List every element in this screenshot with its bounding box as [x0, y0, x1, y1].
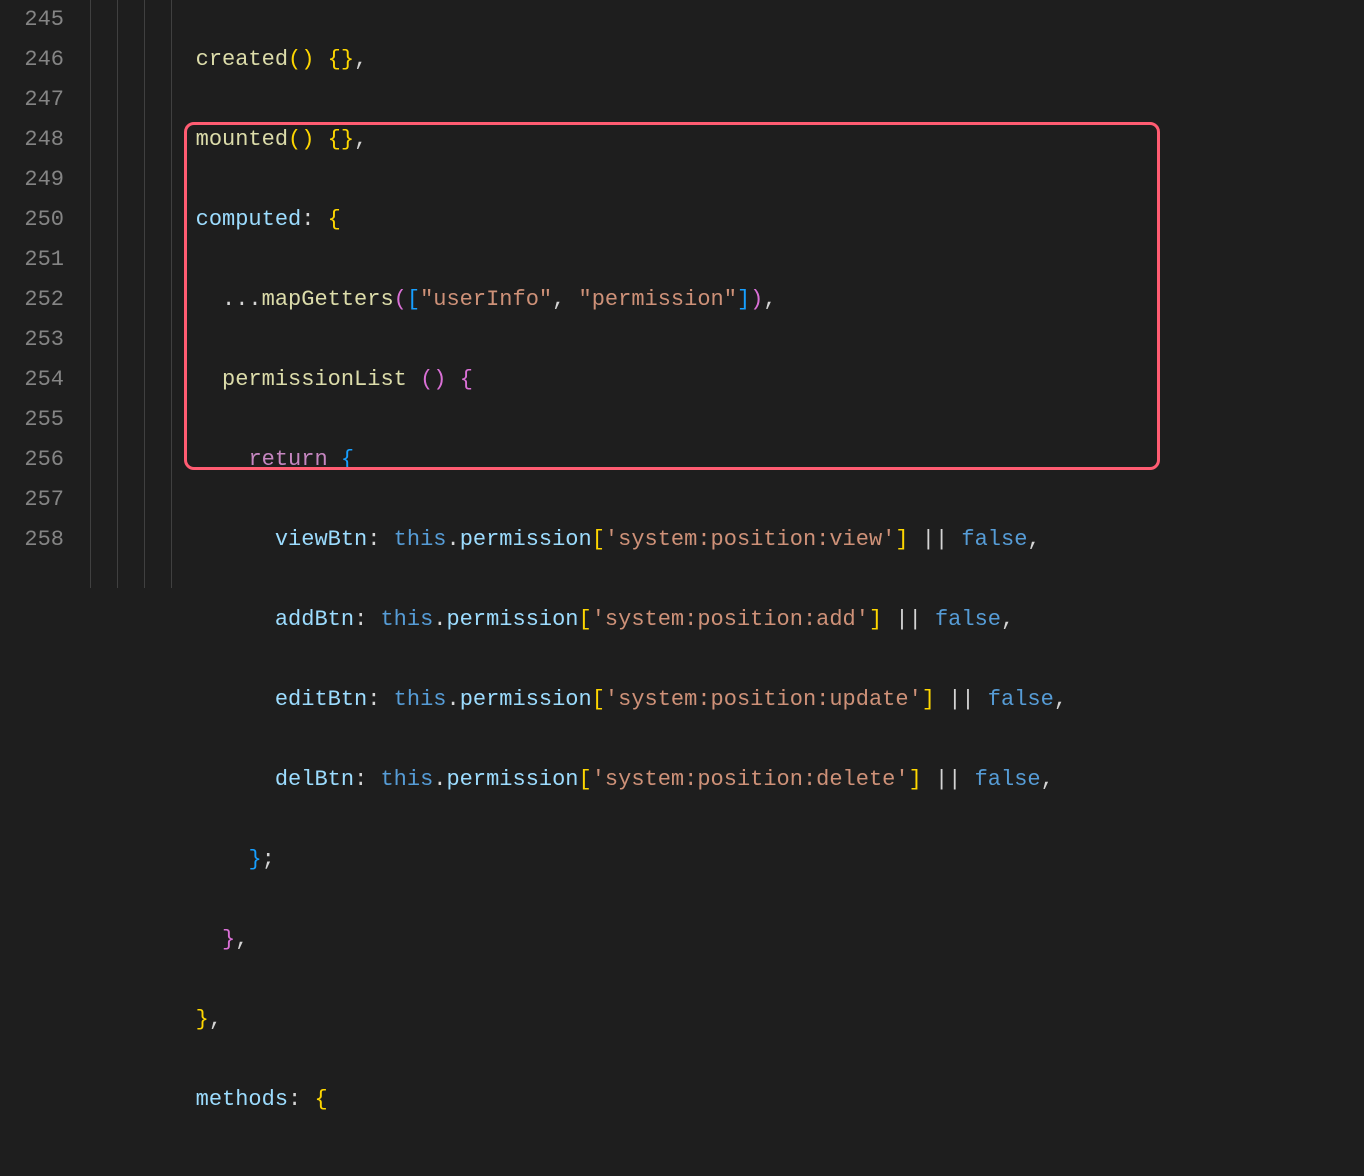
line-number: 248	[0, 120, 64, 160]
line-number: 256	[0, 440, 64, 480]
line-number: 255	[0, 400, 64, 440]
line-number: 250	[0, 200, 64, 240]
code-line[interactable]: viewBtn: this.permission['system:positio…	[90, 520, 1364, 560]
code-area[interactable]: created() {}, mounted() {}, computed: { …	[90, 0, 1364, 588]
boolean-literal: false	[988, 687, 1054, 712]
method-name: created	[196, 47, 288, 72]
code-line[interactable]: delBtn: this.permission['system:position…	[90, 760, 1364, 800]
line-number: 249	[0, 160, 64, 200]
property-name: viewBtn	[275, 527, 367, 552]
method-name: permissionList	[222, 367, 407, 392]
keyword-this: this	[394, 527, 447, 552]
boolean-literal: false	[935, 607, 1001, 632]
code-line[interactable]: return {	[90, 440, 1364, 480]
string-literal: "permission"	[579, 287, 737, 312]
code-line[interactable]: editBtn: this.permission['system:positio…	[90, 680, 1364, 720]
line-number: 246	[0, 40, 64, 80]
property-name: computed	[196, 207, 302, 232]
code-line[interactable]: };	[90, 840, 1364, 880]
property-name: methods	[196, 1087, 288, 1112]
property-name: addBtn	[275, 607, 354, 632]
property-name: delBtn	[275, 767, 354, 792]
property-name: permission	[446, 767, 578, 792]
keyword-this: this	[394, 687, 447, 712]
line-number: 245	[0, 0, 64, 40]
keyword-this: this	[380, 607, 433, 632]
code-line[interactable]: addBtn: this.permission['system:position…	[90, 600, 1364, 640]
code-line[interactable]: computed: {	[90, 200, 1364, 240]
function-call: mapGetters	[262, 287, 394, 312]
code-line[interactable]: mounted() {},	[90, 120, 1364, 160]
method-name: mounted	[196, 127, 288, 152]
line-number: 254	[0, 360, 64, 400]
property-name: permission	[446, 607, 578, 632]
code-line[interactable]: },	[90, 1000, 1364, 1040]
code-line[interactable]: ...mapGetters(["userInfo", "permission"]…	[90, 280, 1364, 320]
line-number: 252	[0, 280, 64, 320]
property-name: permission	[460, 687, 592, 712]
line-number-gutter: 245 246 247 248 249 250 251 252 253 254 …	[0, 0, 90, 588]
keyword-this: this	[380, 767, 433, 792]
string-literal: 'system:position:add'	[592, 607, 869, 632]
code-line[interactable]: },	[90, 920, 1364, 960]
code-editor[interactable]: 245 246 247 248 249 250 251 252 253 254 …	[0, 0, 1364, 588]
keyword-return: return	[248, 447, 327, 472]
property-name: permission	[460, 527, 592, 552]
property-name: editBtn	[275, 687, 367, 712]
boolean-literal: false	[975, 767, 1041, 792]
code-line[interactable]: methods: {	[90, 1080, 1364, 1120]
string-literal: "userInfo"	[420, 287, 552, 312]
boolean-literal: false	[961, 527, 1027, 552]
line-number: 258	[0, 520, 64, 560]
string-literal: 'system:position:view'	[605, 527, 895, 552]
line-number: 251	[0, 240, 64, 280]
code-line[interactable]: created() {},	[90, 40, 1364, 80]
line-number: 257	[0, 480, 64, 520]
line-number: 253	[0, 320, 64, 360]
code-line[interactable]: permissionList () {	[90, 360, 1364, 400]
line-number: 247	[0, 80, 64, 120]
string-literal: 'system:position:delete'	[592, 767, 909, 792]
string-literal: 'system:position:update'	[605, 687, 922, 712]
